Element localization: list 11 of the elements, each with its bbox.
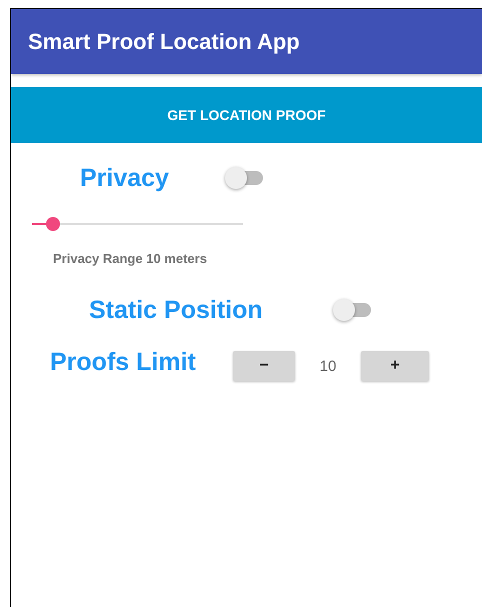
static-position-label: Static Position (89, 296, 264, 324)
static-position-switch[interactable] (333, 299, 373, 321)
privacy-range-caption: Privacy Range 10 meters (53, 251, 208, 266)
proofs-limit-value: 10 (318, 358, 338, 374)
decrement-button[interactable]: − (233, 351, 295, 381)
privacy-label: Privacy (80, 164, 170, 192)
privacy-switch[interactable] (225, 167, 265, 189)
proofs-limit-label: Proofs Limit (50, 348, 197, 376)
privacy-range-slider[interactable] (32, 217, 243, 231)
app-title: Smart Proof Location App (28, 28, 300, 54)
increment-button[interactable]: + (361, 351, 429, 381)
